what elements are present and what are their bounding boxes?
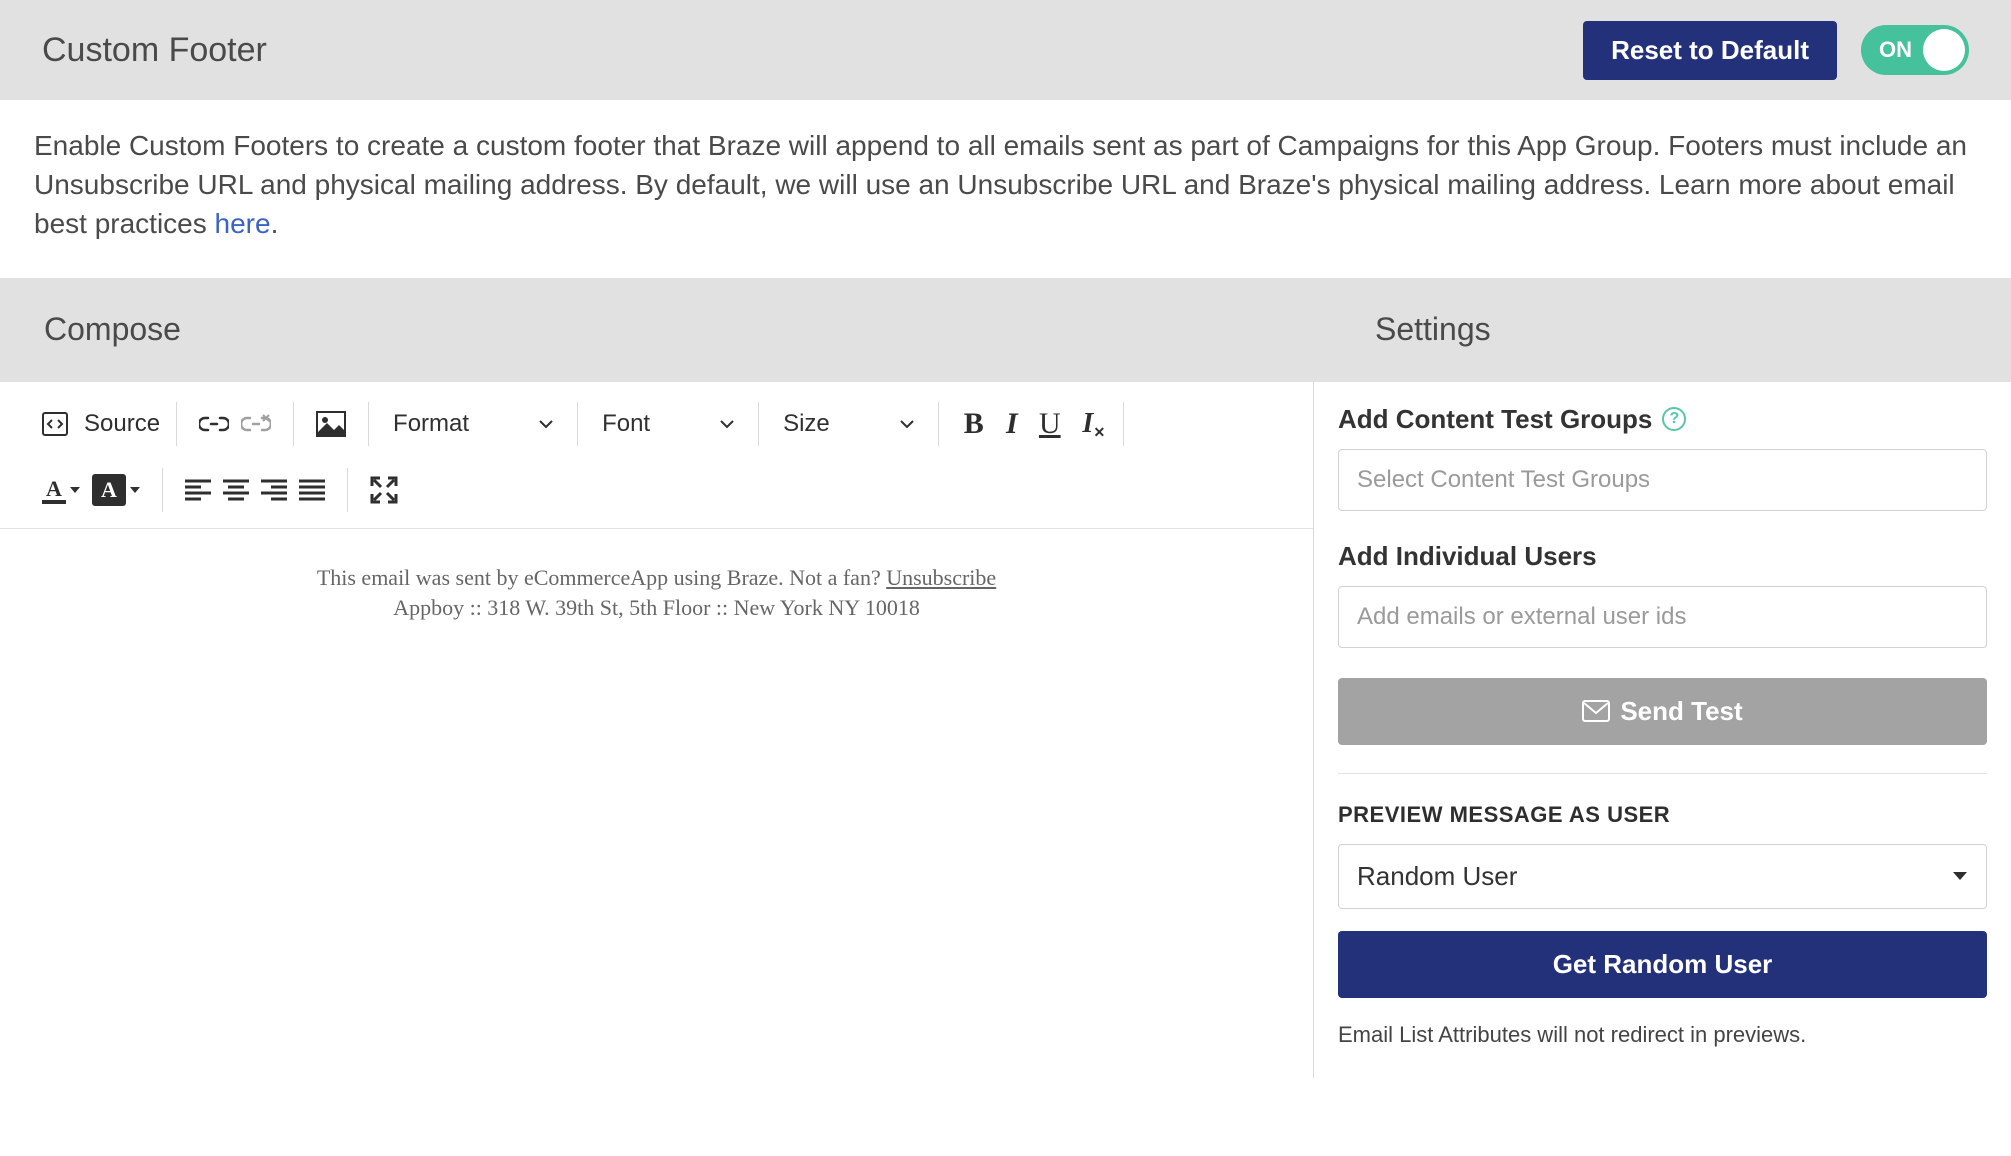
unsubscribe-link[interactable]: Unsubscribe <box>886 565 996 590</box>
compose-section-title: Compose <box>44 311 1315 348</box>
description-body: Enable Custom Footers to create a custom… <box>34 130 1967 239</box>
editor-pane: Source <box>0 382 1314 1078</box>
bold-button[interactable]: B <box>955 405 993 443</box>
preview-user-value: Random User <box>1357 861 1517 892</box>
align-center-button[interactable] <box>217 471 255 509</box>
image-icon[interactable] <box>310 405 352 443</box>
settings-section-title: Settings <box>1375 311 2011 348</box>
preview-user-select[interactable]: Random User <box>1338 844 1987 909</box>
align-right-button[interactable] <box>255 471 293 509</box>
divider <box>1338 773 1987 774</box>
caret-down-icon <box>720 419 734 429</box>
underline-button[interactable]: U <box>1031 405 1069 443</box>
font-select-label: Font <box>602 410 650 438</box>
caret-down-icon <box>900 419 914 429</box>
caret-down-icon <box>130 486 140 494</box>
remove-format-button[interactable]: I✕ <box>1069 405 1107 443</box>
toggle-knob <box>1923 29 1965 71</box>
preview-note: Email List Attributes will not redirect … <box>1338 1022 1987 1048</box>
editor-content-area[interactable]: This email was sent by eCommerceApp usin… <box>0 529 1313 659</box>
settings-pane: Add Content Test Groups ? Add Individual… <box>1314 382 2011 1078</box>
source-button[interactable]: Source <box>84 410 160 438</box>
header-bar: Custom Footer Reset to Default ON <box>0 0 2011 100</box>
envelope-icon <box>1582 700 1610 722</box>
section-header-bar: Compose Settings <box>0 278 2011 382</box>
caret-down-icon <box>1952 870 1968 882</box>
page-title: Custom Footer <box>42 31 267 70</box>
size-select[interactable]: Size <box>775 410 922 438</box>
preview-message-heading: PREVIEW MESSAGE AS USER <box>1338 802 1987 828</box>
description-period: . <box>271 208 279 239</box>
editor-toolbar: Source <box>0 382 1313 529</box>
italic-button[interactable]: I <box>993 405 1031 443</box>
unlink-icon[interactable] <box>235 405 277 443</box>
content-test-groups-label: Add Content Test Groups ? <box>1338 404 1987 435</box>
send-test-label: Send Test <box>1620 696 1742 727</box>
individual-users-label: Add Individual Users <box>1338 541 1987 572</box>
main-split: Source <box>0 382 2011 1078</box>
help-icon[interactable]: ? <box>1662 407 1686 431</box>
header-actions: Reset to Default ON <box>1583 21 1969 80</box>
custom-footer-toggle[interactable]: ON <box>1861 25 1969 75</box>
text-color-button[interactable]: A <box>36 471 86 509</box>
align-justify-button[interactable] <box>293 471 331 509</box>
toolbar-row-2: A A <box>20 462 1293 518</box>
content-test-groups-input[interactable] <box>1338 449 1987 511</box>
size-select-label: Size <box>783 410 830 438</box>
maximize-icon[interactable] <box>364 471 404 509</box>
reset-to-default-button[interactable]: Reset to Default <box>1583 21 1837 80</box>
description-text: Enable Custom Footers to create a custom… <box>0 100 2011 278</box>
link-icon[interactable] <box>193 405 235 443</box>
caret-down-icon <box>70 486 80 494</box>
learn-more-link[interactable]: here <box>215 208 271 239</box>
toolbar-row-1: Source <box>20 396 1293 452</box>
align-left-button[interactable] <box>179 471 217 509</box>
source-icon[interactable] <box>36 405 74 443</box>
background-color-button[interactable]: A <box>86 471 146 509</box>
send-test-button[interactable]: Send Test <box>1338 678 1987 745</box>
toggle-state-label: ON <box>1879 37 1912 63</box>
get-random-user-button[interactable]: Get Random User <box>1338 931 1987 998</box>
format-select[interactable]: Format <box>385 410 561 438</box>
footer-line2-text: Appboy :: 318 W. 39th St, 5th Floor :: N… <box>24 593 1289 624</box>
individual-users-input[interactable] <box>1338 586 1987 648</box>
footer-line1-text: This email was sent by eCommerceApp usin… <box>317 565 886 590</box>
format-select-label: Format <box>393 410 469 438</box>
footer-preview: This email was sent by eCommerceApp usin… <box>24 563 1289 625</box>
caret-down-icon <box>539 419 553 429</box>
font-select[interactable]: Font <box>594 410 742 438</box>
